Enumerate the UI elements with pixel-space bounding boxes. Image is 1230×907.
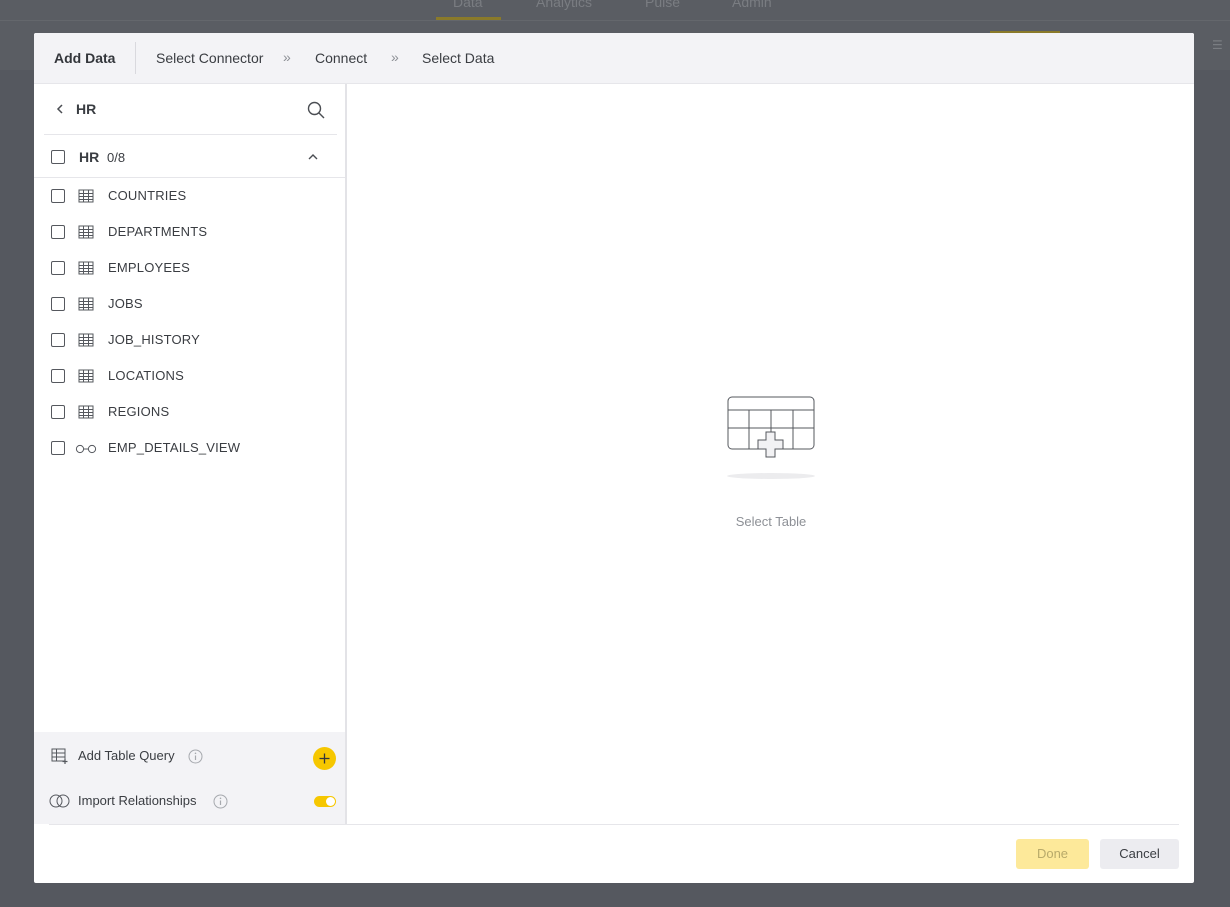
table-item[interactable]: JOB_HISTORY	[34, 322, 345, 358]
bg-tab-data: Data	[453, 0, 483, 10]
dialog-header: Add Data Select Connector » Connect » Se…	[34, 33, 1194, 84]
schema-name: HR	[79, 149, 100, 165]
table-checkbox[interactable]	[51, 189, 65, 203]
schema-row: HR 0/8	[34, 136, 345, 178]
table-icon	[78, 405, 94, 419]
add-table-illustration-icon	[727, 396, 815, 479]
footer-divider	[49, 824, 1179, 825]
table-icon	[78, 333, 94, 347]
table-checkbox[interactable]	[51, 225, 65, 239]
empty-state-label: Select Table	[735, 514, 807, 529]
import-relationships-row: Import Relationships	[34, 781, 345, 821]
breadcrumb-select-connector[interactable]: Select Connector	[156, 50, 263, 66]
table-preview-area: Select Table	[349, 84, 1194, 824]
panel-title: HR	[76, 101, 97, 117]
breadcrumb-connect[interactable]: Connect	[315, 50, 367, 66]
table-label: REGIONS	[108, 404, 170, 419]
chevron-up-icon[interactable]	[306, 150, 320, 164]
table-label: LOCATIONS	[108, 368, 184, 383]
table-label: COUNTRIES	[108, 188, 187, 203]
table-item[interactable]: JOBS	[34, 286, 345, 322]
table-checkbox[interactable]	[51, 405, 65, 419]
breadcrumb-separator: »	[391, 49, 399, 65]
table-checkbox[interactable]	[51, 333, 65, 347]
toggle-knob	[326, 797, 335, 806]
breadcrumb-select-data: Select Data	[422, 50, 495, 66]
header-divider	[135, 42, 136, 74]
add-table-query-label: Add Table Query	[78, 748, 175, 763]
table-browser-panel: HR HR 0/8 COUNTRIES DEPARTMENTS EMPLOYEE…	[34, 84, 347, 824]
table-checkbox[interactable]	[51, 297, 65, 311]
table-item[interactable]: REGIONS	[34, 394, 345, 430]
schema-select-all-checkbox[interactable]	[51, 150, 65, 164]
table-checkbox[interactable]	[51, 441, 65, 455]
cancel-button[interactable]: Cancel	[1100, 839, 1179, 869]
search-icon[interactable]	[306, 100, 326, 120]
panel-header: HR	[44, 84, 337, 135]
table-item[interactable]: EMPLOYEES	[34, 250, 345, 286]
bg-divider	[0, 20, 1230, 21]
relationships-icon	[49, 794, 70, 808]
dialog-title: Add Data	[54, 50, 116, 66]
chevron-left-icon[interactable]	[54, 101, 66, 117]
table-item[interactable]: EMP_DETAILS_VIEW	[34, 430, 345, 466]
table-item[interactable]: COUNTRIES	[34, 178, 345, 214]
import-relationships-label: Import Relationships	[78, 793, 197, 808]
add-data-dialog: Add Data Select Connector » Connect » Se…	[34, 33, 1194, 883]
info-icon[interactable]	[213, 794, 228, 809]
table-icon	[78, 189, 94, 203]
table-icon	[78, 225, 94, 239]
bg-list-icon: ☰	[1212, 38, 1223, 52]
table-label: DEPARTMENTS	[108, 224, 208, 239]
plus-icon	[319, 753, 330, 764]
bg-tab-pulse: Pulse	[645, 0, 681, 10]
table-checkbox[interactable]	[51, 261, 65, 275]
table-label: JOBS	[108, 296, 143, 311]
view-glasses-icon	[75, 444, 97, 454]
table-label: EMPLOYEES	[108, 260, 190, 275]
add-table-query-button[interactable]	[313, 747, 336, 770]
table-label: EMP_DETAILS_VIEW	[108, 440, 241, 455]
dialog-footer: Done Cancel	[34, 824, 1194, 883]
bg-tab-admin: Admin	[732, 0, 772, 10]
table-checkbox[interactable]	[51, 369, 65, 383]
schema-selection-count: 0/8	[107, 150, 126, 165]
done-button[interactable]: Done	[1016, 839, 1089, 869]
bg-tab-analytics: Analytics	[536, 0, 593, 10]
table-query-icon	[51, 748, 68, 764]
panel-footer: Add Table Query Import Relationships	[34, 732, 345, 824]
info-icon[interactable]	[188, 749, 203, 764]
table-label: JOB_HISTORY	[108, 332, 201, 347]
table-icon	[78, 261, 94, 275]
breadcrumb-separator: »	[283, 49, 291, 65]
table-item[interactable]: LOCATIONS	[34, 358, 345, 394]
import-relationships-toggle[interactable]	[314, 796, 336, 807]
table-icon	[78, 297, 94, 311]
table-item[interactable]: DEPARTMENTS	[34, 214, 345, 250]
table-icon	[78, 369, 94, 383]
add-table-query-row: Add Table Query	[34, 736, 345, 776]
